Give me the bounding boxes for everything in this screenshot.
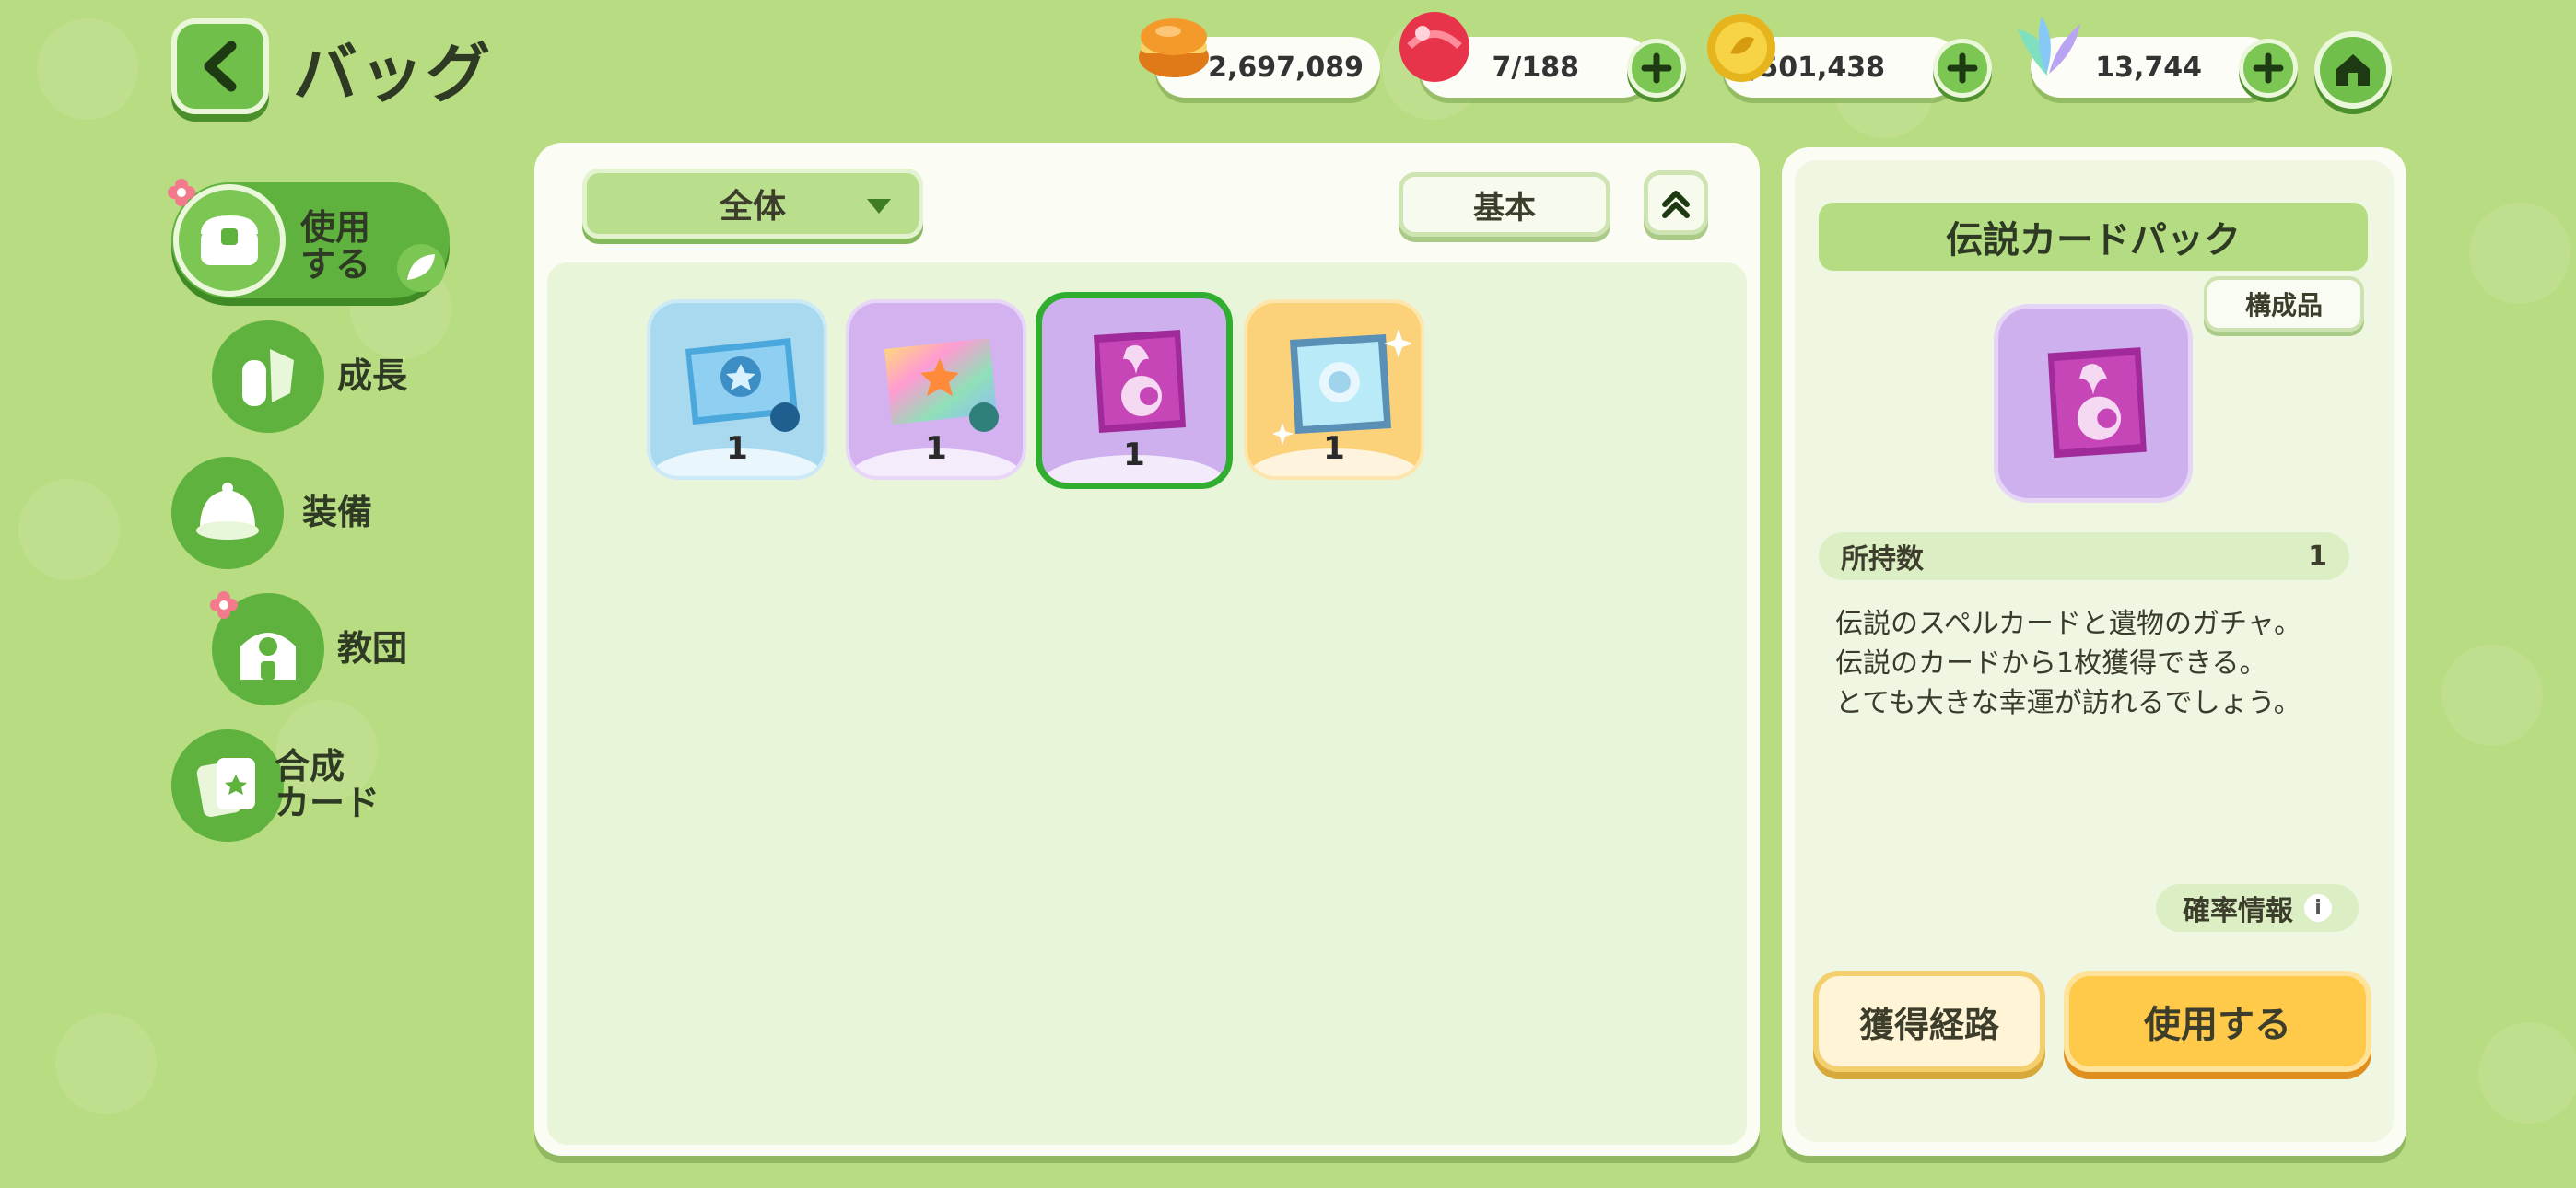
components-button[interactable]: 構成品 xyxy=(2204,276,2364,332)
item-list-panel: 全体 基本 1 1 1 1 xyxy=(534,143,1760,1156)
double-chevron-up-icon xyxy=(1662,191,1690,218)
item-slot-gold-card-pack[interactable]: 1 xyxy=(1244,299,1424,480)
notification-flower-icon xyxy=(210,591,238,619)
cookie-icon xyxy=(1139,18,1209,77)
sidebar-item-craft-card[interactable]: 合成 カード xyxy=(171,729,380,842)
back-button[interactable] xyxy=(171,18,269,114)
odds-info-button[interactable]: 確率情報 i xyxy=(2156,884,2359,932)
building-icon xyxy=(240,633,296,680)
collapse-button[interactable] xyxy=(1644,170,1708,235)
notification-flower-icon xyxy=(168,179,195,206)
item-count: 1 xyxy=(726,430,748,467)
item-count: 1 xyxy=(1323,430,1345,467)
item-description-line: 伝説のスペルカードと遺物のガチャ。 xyxy=(1835,608,2302,640)
use-item-button[interactable]: 使用する xyxy=(2064,971,2371,1072)
category-filter-dropdown[interactable]: 全体 xyxy=(582,169,923,239)
hat-icon xyxy=(196,483,259,540)
add-candy-button[interactable] xyxy=(1627,39,1686,98)
potion-icon-circle xyxy=(212,320,324,433)
add-gold-button[interactable] xyxy=(1933,39,1992,98)
acquisition-route-label: 獲得経路 xyxy=(1858,1004,1999,1045)
sidebar-item-order-label: 教団 xyxy=(337,628,408,670)
acquisition-route-button[interactable]: 獲得経路 xyxy=(1813,971,2045,1072)
sidebar-item-equipment[interactable]: 装備 xyxy=(171,457,372,569)
potion-icon xyxy=(242,349,294,406)
currency-cookie-value: 2,697,089 xyxy=(1208,51,1364,84)
item-slot-legend-card-pack[interactable]: 1 xyxy=(1036,292,1233,489)
blue-ticket-icon xyxy=(685,338,800,432)
sidebar-item-use[interactable]: 使用 する xyxy=(171,182,450,298)
use-item-label: 使用する xyxy=(2144,1004,2291,1046)
item-detail-icon xyxy=(1994,304,2193,503)
item-count: 1 xyxy=(925,430,947,467)
components-label: 構成品 xyxy=(2244,290,2323,320)
owned-count-label: 所持数 xyxy=(1841,543,1924,576)
card-icon xyxy=(196,758,255,817)
rainbow-ticket-icon xyxy=(884,338,999,432)
item-count: 1 xyxy=(1123,437,1145,473)
sort-button[interactable]: 基本 xyxy=(1399,172,1610,237)
card-icon-circle xyxy=(171,729,284,842)
odds-info-label: 確率情報 xyxy=(2183,895,2293,927)
sidebar-item-equipment-label: 装備 xyxy=(302,492,373,533)
owned-count-row: 所持数 1 xyxy=(1819,532,2349,580)
plus-icon xyxy=(1947,52,1978,84)
legend-card-pack-icon xyxy=(1094,330,1186,433)
currency-candy-value: 7/188 xyxy=(1492,51,1579,84)
sidebar-item-craft-card-label: 合成 カード xyxy=(275,746,381,823)
sidebar-item-use-label: 使用 する xyxy=(300,207,371,285)
item-description: 伝説のスペルカードと遺物のガチャ。 伝説のカードから1枚獲得できる。 とても大き… xyxy=(1835,604,2351,723)
hat-icon-circle xyxy=(171,457,284,569)
item-slot-blue-ticket[interactable]: 1 xyxy=(647,299,827,480)
sidebar-item-growth[interactable]: 成長 xyxy=(212,320,407,433)
home-button[interactable] xyxy=(2314,31,2392,109)
crystal-leaf-icon xyxy=(2018,17,2080,76)
chest-icon xyxy=(201,215,258,265)
info-icon: i xyxy=(2304,894,2332,922)
sidebar-item-order[interactable]: 教団 xyxy=(212,593,407,705)
add-crystal-button[interactable] xyxy=(2239,39,2298,98)
item-detail-panel: 伝説カードパック 構成品 所持数 1 伝説のスペルカードと遺物のガチャ。 伝説の… xyxy=(1782,147,2406,1156)
sidebar-item-growth-label: 成長 xyxy=(337,355,408,397)
candy-icon xyxy=(1399,12,1469,82)
item-description-line: 伝説のカードから1枚獲得できる。 xyxy=(1835,647,2267,680)
leaf-icon xyxy=(397,244,445,292)
plus-icon xyxy=(1641,52,1672,84)
item-slot-rainbow-ticket[interactable]: 1 xyxy=(846,299,1026,480)
item-description-line: とても大きな幸運が訪れるでしょう。 xyxy=(1835,687,2301,719)
chevron-left-icon xyxy=(204,41,237,92)
sort-label: 基本 xyxy=(1473,189,1536,227)
category-filter-label: 全体 xyxy=(719,188,786,226)
currency-crystal-value: 13,744 xyxy=(2095,51,2202,84)
gold-coin-icon xyxy=(1707,14,1775,82)
plus-icon xyxy=(2253,52,2284,84)
home-icon xyxy=(2336,54,2370,86)
page-title: バッグ xyxy=(293,36,492,111)
owned-count-value: 1 xyxy=(2308,540,2327,573)
item-detail-title: 伝説カードパック xyxy=(1819,203,2368,271)
triangle-down-icon xyxy=(867,199,891,214)
legend-card-pack-icon xyxy=(2047,347,2147,459)
